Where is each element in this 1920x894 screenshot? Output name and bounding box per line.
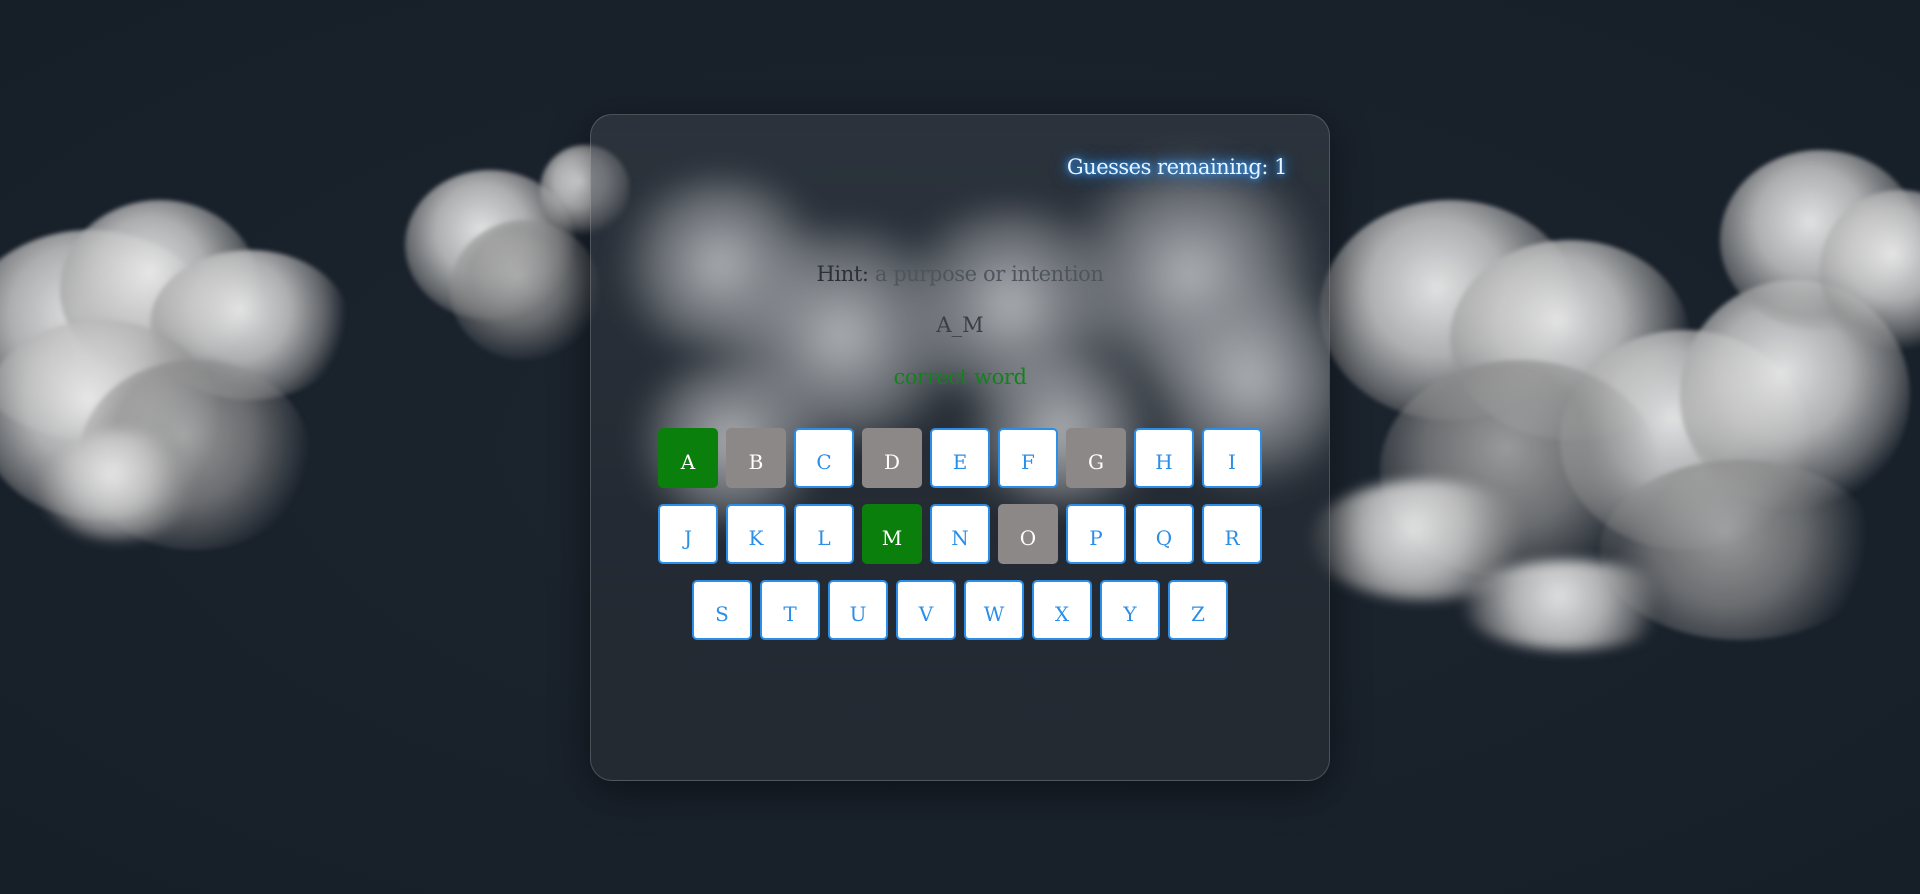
letter-key-r[interactable]: R [1202, 504, 1262, 564]
letter-key-p[interactable]: P [1066, 504, 1126, 564]
letter-key-n[interactable]: N [930, 504, 990, 564]
letter-key-t[interactable]: T [760, 580, 820, 640]
letter-key-o[interactable]: O [998, 504, 1058, 564]
letter-key-q[interactable]: Q [1134, 504, 1194, 564]
letter-key-h[interactable]: H [1134, 428, 1194, 488]
game-card: Guesses remaining: 1 Hint: a purpose or … [590, 114, 1330, 781]
status-message: correct word [893, 365, 1027, 389]
keyboard-row: JKLMNOPQR [591, 504, 1329, 564]
hint-text: a purpose or intention [868, 262, 1104, 286]
keyboard-row: STUVWXYZ [591, 580, 1329, 640]
letter-key-m[interactable]: M [862, 504, 922, 564]
letter-key-a[interactable]: A [658, 428, 718, 488]
letter-keyboard: ABCDEFGHI JKLMNOPQR STUVWXYZ [591, 428, 1329, 656]
masked-word: A_M [936, 313, 984, 337]
letter-key-x[interactable]: X [1032, 580, 1092, 640]
letter-key-u[interactable]: U [828, 580, 888, 640]
letter-key-w[interactable]: W [964, 580, 1024, 640]
letter-key-y[interactable]: Y [1100, 580, 1160, 640]
letter-key-e[interactable]: E [930, 428, 990, 488]
letter-key-i[interactable]: I [1202, 428, 1262, 488]
hint-label: Hint: [816, 262, 869, 286]
guesses-remaining: Guesses remaining: 1 [1066, 155, 1288, 179]
letter-key-c[interactable]: C [794, 428, 854, 488]
letter-key-z[interactable]: Z [1168, 580, 1228, 640]
hint: Hint: a purpose or intention [591, 262, 1329, 286]
letter-key-d[interactable]: D [862, 428, 922, 488]
keyboard-row: ABCDEFGHI [591, 428, 1329, 488]
letter-key-k[interactable]: K [726, 504, 786, 564]
game-scene: Guesses remaining: 1 Hint: a purpose or … [0, 0, 1920, 894]
letter-key-v[interactable]: V [896, 580, 956, 640]
letter-key-l[interactable]: L [794, 504, 854, 564]
letter-key-j[interactable]: J [658, 504, 718, 564]
letter-key-s[interactable]: S [692, 580, 752, 640]
letter-key-f[interactable]: F [998, 428, 1058, 488]
letter-key-b[interactable]: B [726, 428, 786, 488]
letter-key-g[interactable]: G [1066, 428, 1126, 488]
